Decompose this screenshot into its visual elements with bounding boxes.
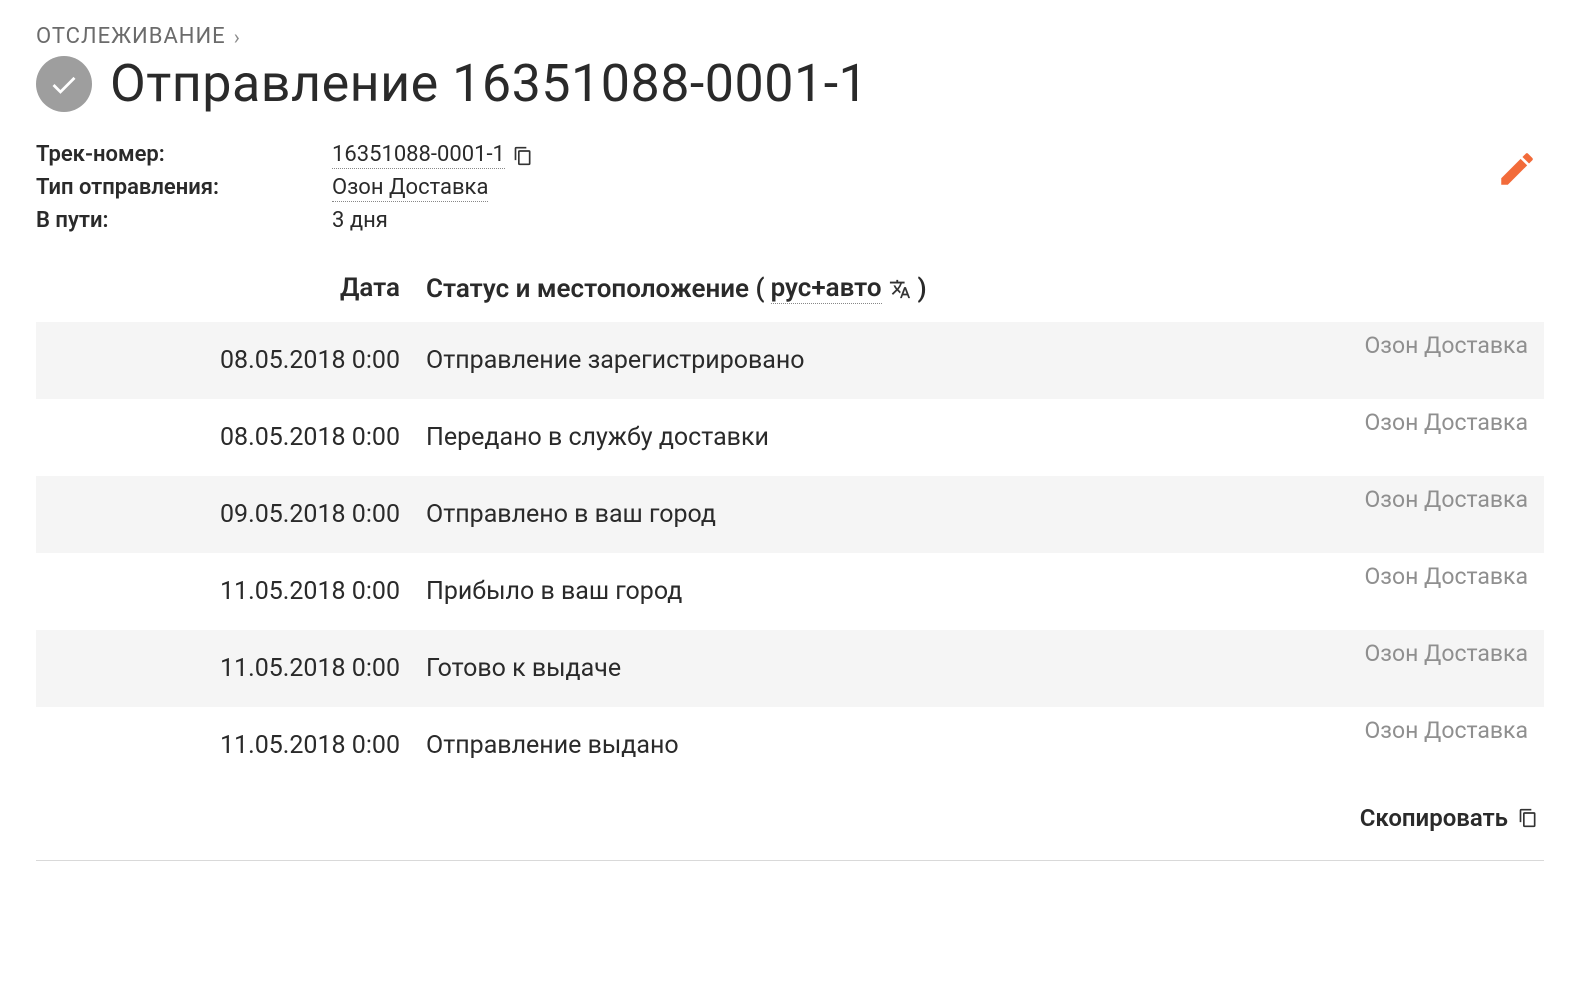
event-status: Прибыло в ваш город (426, 577, 1234, 606)
shipment-type-value: Озон Доставка (332, 175, 533, 202)
event-carrier: Озон Доставка (1234, 332, 1534, 359)
event-date: 11.05.2018 0:00 (36, 577, 426, 606)
col-status-header: Статус и местоположение ( рус+авто ) (426, 273, 1544, 304)
tracking-row: 11.05.2018 0:00Прибыло в ваш городОзон Д… (36, 553, 1544, 630)
event-status: Отправление зарегистрировано (426, 346, 1234, 375)
check-circle-icon (36, 56, 92, 112)
meta-grid: Трек-номер: 16351088-0001-1 Тип отправле… (36, 142, 533, 233)
event-date: 11.05.2018 0:00 (36, 654, 426, 683)
tracking-row: 08.05.2018 0:00Отправление зарегистриров… (36, 322, 1544, 399)
event-carrier: Озон Доставка (1234, 640, 1534, 667)
event-carrier: Озон Доставка (1234, 563, 1534, 590)
col-date-header: Дата (36, 273, 426, 304)
copy-icon[interactable] (513, 145, 533, 167)
event-carrier: Озон Доставка (1234, 717, 1534, 744)
track-number-label: Трек-номер: (36, 142, 332, 169)
event-status: Отправлено в ваш город (426, 500, 1234, 529)
event-carrier: Озон Доставка (1234, 486, 1534, 513)
copy-all-button[interactable]: Скопировать (36, 784, 1544, 861)
breadcrumb-label: ОТСЛЕЖИВАНИЕ (36, 24, 226, 49)
tracking-row: 08.05.2018 0:00Передано в службу доставк… (36, 399, 1544, 476)
tracking-row: 11.05.2018 0:00Отправление выданоОзон До… (36, 707, 1544, 784)
event-status: Готово к выдаче (426, 654, 1234, 683)
edit-button[interactable] (1490, 142, 1544, 199)
event-date: 09.05.2018 0:00 (36, 500, 426, 529)
page-title: Отправление 16351088-0001-1 (110, 53, 868, 114)
tracking-row: 11.05.2018 0:00Готово к выдачеОзон Доста… (36, 630, 1544, 707)
transit-value: 3 дня (332, 208, 533, 233)
table-header: Дата Статус и местоположение ( рус+авто … (36, 273, 1544, 322)
status-header-suffix: ) (918, 274, 927, 304)
translate-icon[interactable] (888, 278, 912, 300)
event-date: 08.05.2018 0:00 (36, 346, 426, 375)
tracking-row: 09.05.2018 0:00Отправлено в ваш городОзо… (36, 476, 1544, 553)
title-row: Отправление 16351088-0001-1 (36, 53, 1544, 114)
track-number-value: 16351088-0001-1 (332, 142, 533, 169)
shipment-type-label: Тип отправления: (36, 175, 332, 202)
breadcrumb[interactable]: ОТСЛЕЖИВАНИЕ › (36, 24, 1544, 49)
shipment-type-text[interactable]: Озон Доставка (332, 175, 488, 202)
event-carrier: Озон Доставка (1234, 409, 1534, 436)
chevron-right-icon: › (234, 25, 241, 49)
status-header-prefix: Статус и местоположение ( (426, 274, 765, 304)
meta-block: Трек-номер: 16351088-0001-1 Тип отправле… (36, 142, 1544, 233)
tracking-rows: 08.05.2018 0:00Отправление зарегистриров… (36, 322, 1544, 784)
event-status: Передано в службу доставки (426, 423, 1234, 452)
event-date: 08.05.2018 0:00 (36, 423, 426, 452)
pencil-icon (1496, 148, 1538, 190)
transit-label: В пути: (36, 208, 332, 233)
event-status: Отправление выдано (426, 731, 1234, 760)
copy-all-label: Скопировать (1360, 804, 1508, 832)
language-toggle[interactable]: рус+авто (771, 273, 882, 304)
track-number-text[interactable]: 16351088-0001-1 (332, 142, 505, 169)
copy-icon (1518, 807, 1538, 829)
event-date: 11.05.2018 0:00 (36, 731, 426, 760)
